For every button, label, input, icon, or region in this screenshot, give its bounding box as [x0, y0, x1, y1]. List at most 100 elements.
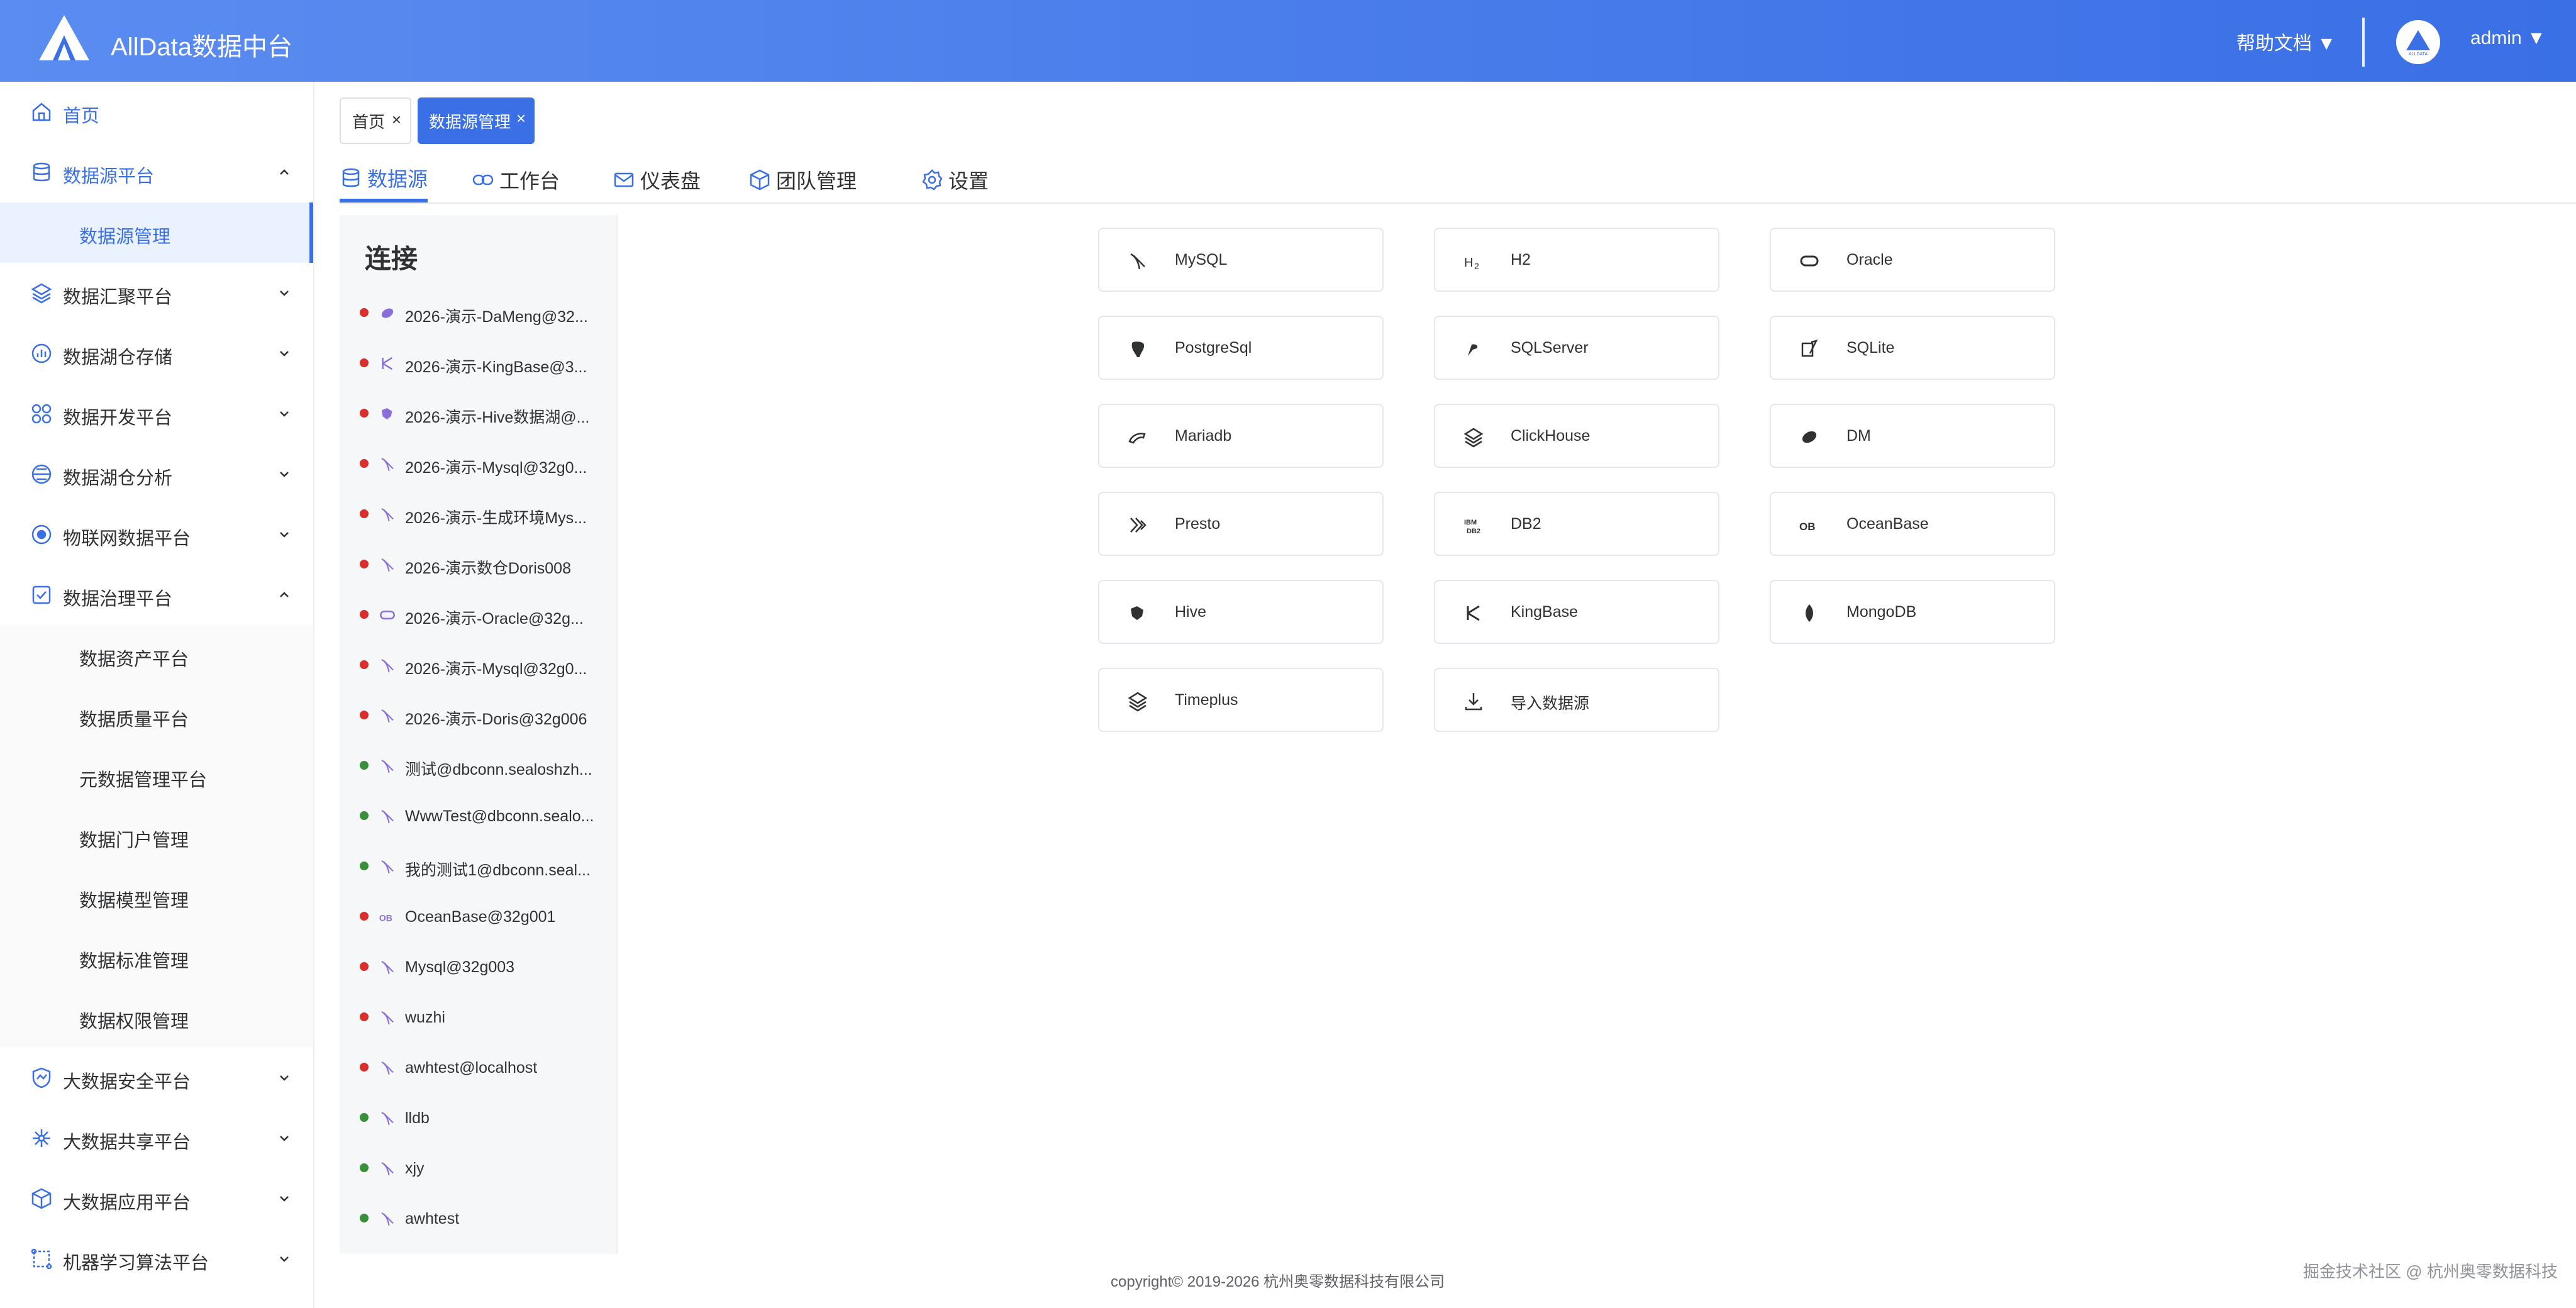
svg-text:ALLDATA: ALLDATA — [2409, 52, 2428, 57]
avatar[interactable]: ALLDATA — [2396, 20, 2440, 64]
datasource-card-clickhouse[interactable]: ClickHouse — [1434, 404, 1719, 468]
sidebar-item-data-standard[interactable]: 数据标准管理 — [0, 927, 313, 987]
datasource-card-sqlserver[interactable]: SQLServer — [1434, 316, 1719, 380]
governance-icon — [32, 585, 51, 604]
datasource-label: Mariadb — [1175, 427, 1232, 445]
tab-workbench[interactable]: 工作台 — [472, 157, 560, 202]
presto-icon — [1130, 518, 1146, 533]
connection-item[interactable]: 测试@dbconn.sealoshzh... — [340, 741, 616, 791]
datasource-card-mongodb[interactable]: MongoDB — [1770, 580, 2055, 644]
datasource-card-kingbase[interactable]: KingBase — [1434, 580, 1719, 644]
connection-item[interactable]: 2026-演示-KingBase@3... — [340, 338, 616, 389]
sidebar-item-datasource-management[interactable]: 数据源管理 — [0, 202, 313, 263]
connection-item[interactable]: 2026-演示-Hive数据湖@... — [340, 389, 616, 439]
tab-dashboard[interactable]: 仪表盘 — [613, 157, 701, 202]
datasource-card-h2[interactable]: H 2 H2 — [1434, 228, 1719, 292]
sidebar-item-machine-learning[interactable]: 机器学习算法平台 — [0, 1229, 313, 1289]
grid-icon — [31, 404, 52, 424]
sidebar-item-sharing[interactable]: 大数据共享平台 — [0, 1108, 313, 1168]
layers-icon — [31, 283, 52, 304]
copyright-footer: copyright© 2019-2026 杭州奥零数据科技有限公司 — [1111, 1273, 1445, 1290]
status-dot — [360, 358, 369, 367]
connection-item[interactable]: 2026-演示-生成环境Mys... — [340, 489, 616, 540]
datasource-card-hive[interactable]: Hive — [1098, 580, 1384, 644]
sidebar-item-home[interactable]: 首页 — [0, 82, 313, 142]
connection-item[interactable]: awhtest — [340, 1194, 616, 1244]
tab-settings[interactable]: 设置 — [921, 157, 989, 202]
analysis-icon — [31, 464, 52, 484]
tab-datasource[interactable]: 数据源 — [340, 157, 428, 202]
datasource-card-oceanbase[interactable]: OB OceanBase — [1770, 492, 2055, 556]
chevron-down-icon — [280, 532, 289, 538]
connection-item[interactable]: wuzhi — [340, 992, 616, 1043]
close-icon[interactable]: × — [516, 109, 526, 128]
tab-team-management[interactable]: 团队管理 — [748, 157, 857, 202]
connection-item[interactable]: 我的测试1@dbconn.seal... — [340, 841, 616, 892]
dameng-icon — [381, 308, 394, 318]
mariadb-icon — [1128, 433, 1146, 444]
connection-label: 2026-演示-DaMeng@32... — [405, 308, 588, 326]
sidebar-item-data-quality[interactable]: 数据质量平台 — [0, 685, 313, 746]
sidebar-item-data-assets[interactable]: 数据资产平台 — [0, 625, 313, 685]
datasource-card-dm[interactable]: DM — [1770, 404, 2055, 468]
status-dot — [360, 962, 369, 971]
connection-item[interactable]: 2026-演示-Mysql@32g0... — [340, 640, 616, 690]
database-icon — [342, 168, 360, 187]
connection-item[interactable]: 2026-演示-Oracle@32g... — [340, 590, 616, 640]
datasource-card-timeplus[interactable]: Timeplus — [1098, 668, 1384, 732]
connection-item[interactable]: xjy — [340, 1143, 616, 1194]
datasource-card-presto[interactable]: Presto — [1098, 492, 1384, 556]
tab-label: 设置 — [948, 170, 989, 192]
close-icon[interactable]: × — [392, 110, 401, 130]
connection-item[interactable]: 2026-演示-Mysql@32g0... — [340, 439, 616, 489]
sidebar-item-security[interactable]: 大数据安全平台 — [0, 1048, 313, 1108]
sidebar-item-iot-platform[interactable]: 物联网数据平台 — [0, 504, 313, 565]
sidebar-item-data-permission[interactable]: 数据权限管理 — [0, 987, 313, 1048]
sidebar-item-data-portal[interactable]: 数据门户管理 — [0, 806, 313, 867]
sidebar-item-metadata[interactable]: 元数据管理平台 — [0, 746, 313, 806]
alldata-logo-icon[interactable] — [38, 14, 91, 62]
connection-item[interactable]: lldb — [340, 1093, 616, 1143]
sidebar-item-datasource-platform[interactable]: 数据源平台 — [0, 142, 313, 202]
connection-item[interactable]: 2026-演示-DaMeng@32... — [340, 288, 616, 338]
ml-icon — [31, 1248, 52, 1270]
oceanbase-icon: OB — [379, 913, 392, 923]
status-dot — [360, 862, 369, 870]
connection-item[interactable]: 2026-演示-Doris@32g006 — [340, 690, 616, 741]
help-docs-dropdown[interactable]: 帮助文档 ▼ — [2236, 28, 2336, 55]
sidebar-item-governance-platform[interactable]: 数据治理平台 — [0, 565, 313, 625]
datasource-card-mysql[interactable]: MySQL — [1098, 228, 1384, 292]
connection-label: awhtest — [405, 1210, 460, 1228]
timeplus-icon — [1128, 692, 1148, 712]
datasource-card-mariadb[interactable]: Mariadb — [1098, 404, 1384, 468]
link-icon — [472, 174, 494, 186]
connection-item[interactable]: 2026-演示数仓Doris008 — [340, 540, 616, 590]
sidebar-item-lakehouse-analysis[interactable]: 数据湖仓分析 — [0, 444, 313, 504]
sidebar-item-label: 大数据安全平台 — [63, 1072, 191, 1092]
connection-label: 2026-演示-Hive数据湖@... — [405, 409, 590, 426]
connection-item[interactable]: awhtest@localhost — [340, 1043, 616, 1093]
chevron-down-icon — [280, 472, 289, 477]
gear-icon — [922, 169, 943, 191]
svg-text:OB: OB — [1799, 521, 1816, 533]
status-dot — [360, 1063, 369, 1072]
connection-item[interactable]: Mysql@32g003 — [340, 942, 616, 992]
sidebar-item-data-aggregation[interactable]: 数据汇聚平台 — [0, 263, 313, 323]
tag-datasource-management[interactable]: 数据源管理 × — [418, 97, 535, 144]
connection-item[interactable]: WwwTest@dbconn.sealo... — [340, 791, 616, 841]
datasource-card-db2[interactable]: IBM DB2 DB2 — [1434, 492, 1719, 556]
svg-text:DB2: DB2 — [1467, 528, 1480, 535]
sidebar-item-lakehouse-storage[interactable]: 数据湖仓存储 — [0, 323, 313, 384]
user-menu[interactable]: admin ▼ — [2470, 28, 2546, 49]
connection-item[interactable]: OB OceanBase@32g001 — [340, 892, 616, 942]
status-dot — [360, 912, 369, 921]
sidebar-item-data-model[interactable]: 数据模型管理 — [0, 867, 313, 927]
tag-home[interactable]: 首页 × — [340, 97, 411, 144]
sidebar-item-data-development[interactable]: 数据开发平台 — [0, 384, 313, 444]
sidebar-item-application[interactable]: 大数据应用平台 — [0, 1168, 313, 1229]
chevron-down-icon — [280, 291, 289, 296]
datasource-card-postgresql[interactable]: PostgreSql — [1098, 316, 1384, 380]
datasource-card-download[interactable]: 导入数据源 — [1434, 668, 1719, 732]
datasource-card-sqlite[interactable]: SQLite — [1770, 316, 2055, 380]
datasource-card-oracle[interactable]: Oracle — [1770, 228, 2055, 292]
